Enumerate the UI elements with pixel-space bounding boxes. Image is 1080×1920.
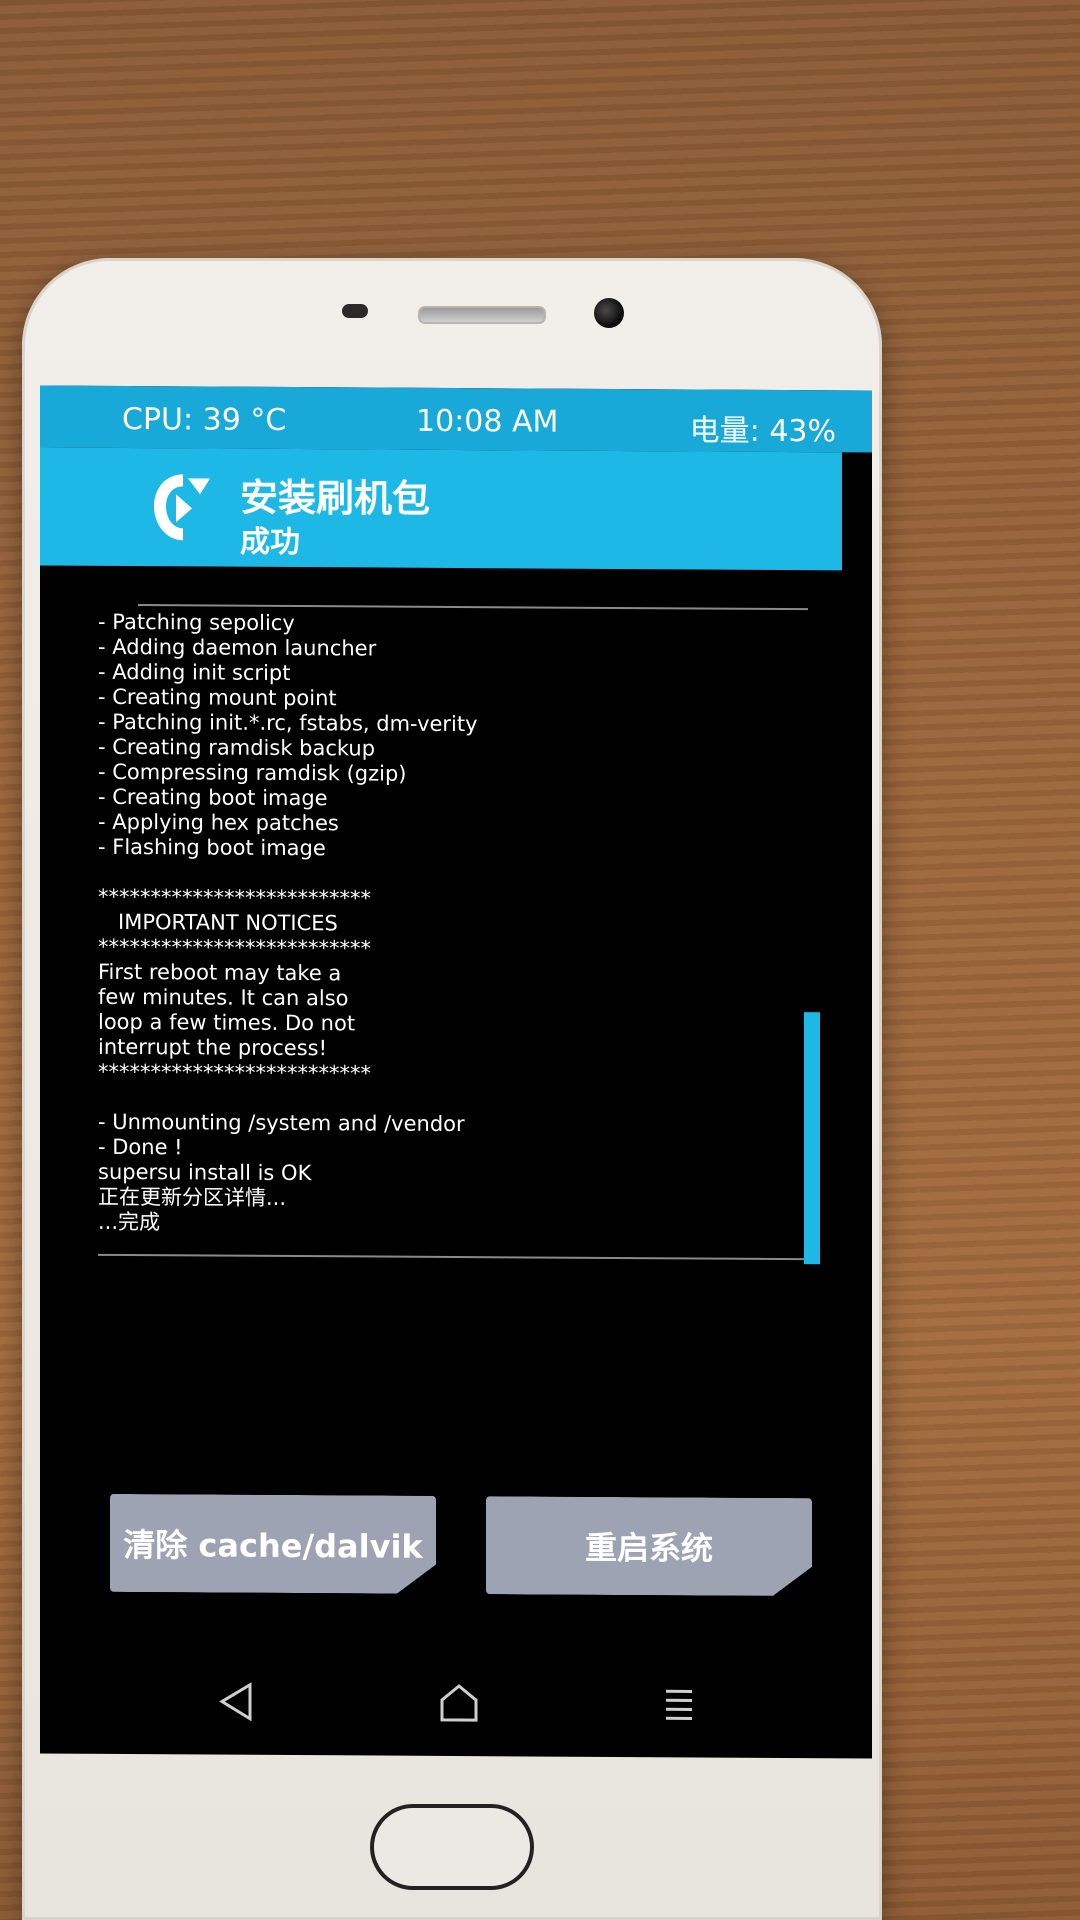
back-triangle-icon[interactable] xyxy=(212,1677,262,1727)
reboot-system-button[interactable]: 重启系统 xyxy=(486,1496,812,1596)
earpiece-speaker xyxy=(418,306,546,324)
log-line: 正在更新分区详情... xyxy=(98,1184,287,1210)
battery-level: 电量: 43% xyxy=(689,413,836,450)
wipe-cache-dalvik-label: 清除 cache/dalvik xyxy=(123,1525,423,1566)
reboot-system-label: 重启系统 xyxy=(584,1528,713,1568)
navigation-bar xyxy=(40,1653,872,1758)
log-line: ************************** xyxy=(98,1059,371,1086)
log-line: - Unmounting /system and /vendor xyxy=(98,1109,465,1137)
twrp-logo-icon xyxy=(154,474,210,541)
log-line: ...完成 xyxy=(98,1209,161,1235)
physical-home-button[interactable] xyxy=(370,1804,534,1890)
wipe-cache-dalvik-button[interactable]: 清除 cache/dalvik xyxy=(110,1494,436,1594)
page-title: 安装刷机包 xyxy=(240,475,431,521)
front-camera xyxy=(594,298,624,328)
clock: 10:08 AM xyxy=(416,403,559,440)
page-header: 安装刷机包 成功 xyxy=(40,447,842,571)
page-subtitle: 成功 xyxy=(240,524,300,561)
console-log[interactable]: - Patching sepolicy - Adding daemon launc… xyxy=(98,610,778,1258)
proximity-sensor xyxy=(342,304,368,318)
log-line: - Flashing boot image xyxy=(98,834,326,861)
cpu-temperature: CPU: 39 °C xyxy=(122,401,287,438)
menu-lines-icon[interactable] xyxy=(654,1679,704,1729)
phone-screen: CPU: 39 °C 10:08 AM 电量: 43% 安装刷机包 成功 - P… xyxy=(40,385,872,1759)
log-top-divider xyxy=(138,604,808,611)
log-scrollbar[interactable] xyxy=(804,1012,820,1265)
status-bar: CPU: 39 °C 10:08 AM 电量: 43% xyxy=(40,385,872,453)
home-icon[interactable] xyxy=(434,1678,484,1728)
